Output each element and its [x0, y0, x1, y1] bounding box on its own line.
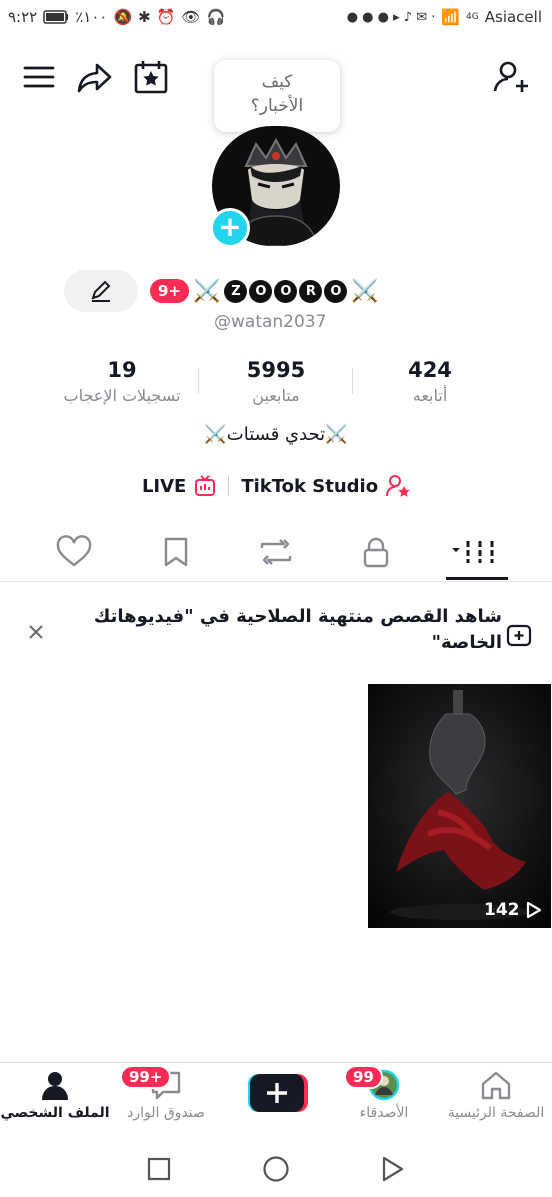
user-star-icon	[386, 474, 410, 498]
alarm-icon: ⏰	[156, 8, 176, 26]
view-count: 142	[484, 900, 542, 920]
followers-label: متابعين	[252, 386, 300, 405]
mute-icon: 🔕	[113, 8, 133, 26]
tab-reposts[interactable]	[246, 534, 306, 570]
recents-icon[interactable]	[146, 1156, 172, 1182]
nav-home[interactable]: الصفحة الرئيسية	[440, 1069, 552, 1121]
notification-badge[interactable]: 9+	[150, 279, 190, 303]
nav-profile[interactable]: الملف الشخصي	[0, 1069, 110, 1121]
calendar-star-icon[interactable]	[132, 58, 170, 96]
notif-icons: ● ● ● ▸ ♪ ✉ ·	[346, 9, 436, 25]
nav-profile-label: الملف الشخصي	[0, 1105, 110, 1121]
network-type: 4G	[466, 12, 479, 22]
crossed-swords-icon: ⚔️	[351, 278, 379, 304]
followers-stat[interactable]: 5995 متابعين	[196, 358, 356, 405]
friends-avatar: 99	[334, 1065, 434, 1101]
eye-icon: 👁	[181, 8, 201, 26]
add-video-icon	[506, 622, 532, 648]
content-tabs	[0, 522, 552, 582]
tab-private[interactable]	[346, 534, 406, 570]
battery-icon	[43, 10, 69, 24]
wifi-icon: 📶	[441, 8, 461, 26]
friends-badge: 99	[344, 1065, 383, 1089]
nav-home-label: الصفحة الرئيسية	[447, 1105, 545, 1121]
live-label: LIVE	[141, 475, 187, 497]
display-name-row: 9+ ⚔️ Z O O R O ⚔️	[150, 275, 379, 307]
following-count: 424	[408, 358, 452, 382]
status-bar: ٩:٢٢ ٪١٠٠ 🔕 ✱ ⏰ 👁 🎧 ● ● ● ▸ ♪ ✉ · 📶 4G A…	[0, 0, 552, 38]
following-stat[interactable]: 424 أتابعه	[350, 358, 510, 405]
profile-bio: ⚔️تحدي قستات⚔️	[204, 424, 348, 445]
stories-notice: شاهد القصص منتهية الصلاحية في "فيديوهاتك…	[0, 600, 552, 664]
profile-links: LIVE TikTok Studio	[0, 474, 552, 498]
nav-friends-label: الأصدقاء	[359, 1105, 409, 1121]
headphones-icon: 🎧	[206, 8, 226, 26]
home-icon	[440, 1069, 552, 1101]
play-icon	[526, 901, 542, 919]
back-icon[interactable]	[380, 1155, 406, 1183]
tab-liked[interactable]	[44, 534, 104, 570]
tab-videos[interactable]	[446, 534, 506, 570]
likes-label: تسجيلات الإعجاب	[63, 386, 181, 405]
live-link[interactable]: LIVE	[142, 475, 216, 497]
crossed-swords-icon: ⚔️	[193, 278, 221, 304]
name-letter: O	[274, 279, 298, 303]
share-icon[interactable]	[76, 58, 114, 96]
links-divider	[228, 476, 230, 496]
menu-icon[interactable]	[22, 60, 56, 94]
likes-count: 19	[107, 358, 137, 382]
nav-inbox-label: صندوق الوارد	[127, 1105, 205, 1121]
views-number: 142	[484, 900, 520, 920]
bubble-line-1: كيف	[261, 72, 293, 92]
name-letter: R	[299, 279, 323, 303]
battery-percent: ٪١٠٠	[75, 8, 108, 26]
tab-favorites[interactable]	[146, 534, 206, 570]
display-name: Z O O R O	[224, 279, 348, 303]
followers-count: 5995	[246, 358, 306, 382]
status-bubble[interactable]: كيف الأخبار؟	[214, 60, 340, 132]
edit-profile-button[interactable]	[64, 270, 138, 312]
create-button[interactable]	[244, 1073, 308, 1113]
username-handle: @watan2037	[214, 312, 327, 332]
bubble-line-2: الأخبار؟	[250, 96, 304, 116]
notice-text: شاهد القصص منتهية الصلاحية في "فيديوهاتك…	[93, 606, 502, 653]
studio-label: TikTok Studio	[241, 475, 379, 497]
bottom-navigation: الملف الشخصي 99+ صندوق الوارد 99 الأصدقا…	[0, 1062, 552, 1140]
nav-inbox[interactable]: 99+ صندوق الوارد	[116, 1065, 216, 1121]
name-letter: Z	[224, 279, 248, 303]
name-letter: O	[324, 279, 348, 303]
add-story-button[interactable]: +	[210, 208, 250, 248]
name-letter: O	[249, 279, 273, 303]
bluetooth-icon: ✱	[138, 8, 151, 26]
nav-friends[interactable]: 99 الأصدقاء	[334, 1065, 434, 1121]
add-friend-icon[interactable]	[492, 58, 532, 98]
close-icon[interactable]	[26, 622, 46, 642]
inbox-badge: 99+	[120, 1065, 172, 1089]
active-tab-indicator	[446, 577, 508, 580]
profile-icon	[0, 1069, 110, 1101]
following-label: أتابعه	[412, 386, 448, 405]
carrier-name: Asiacell	[484, 8, 542, 26]
likes-stat[interactable]: 19 تسجيلات الإعجاب	[42, 358, 202, 405]
live-icon	[194, 475, 216, 497]
system-navigation	[0, 1140, 552, 1197]
video-thumbnail[interactable]: 142	[368, 684, 551, 928]
home-button-icon[interactable]	[262, 1155, 290, 1183]
inbox-icon: 99+	[116, 1065, 216, 1101]
studio-link[interactable]: TikTok Studio	[241, 474, 410, 498]
clock: ٩:٢٢	[8, 8, 38, 26]
